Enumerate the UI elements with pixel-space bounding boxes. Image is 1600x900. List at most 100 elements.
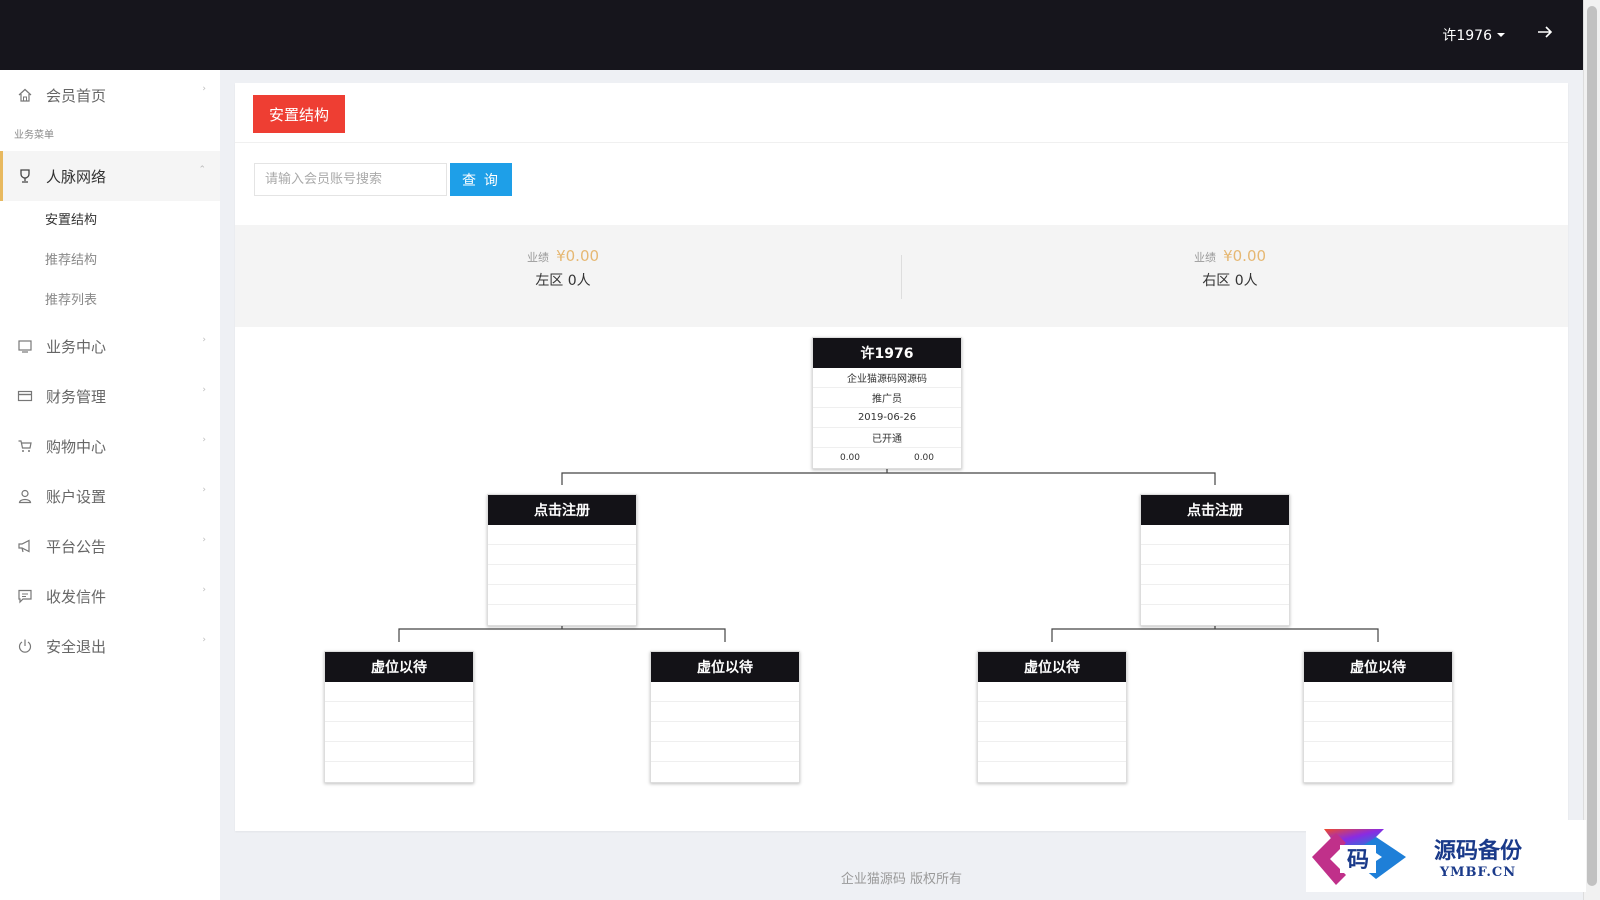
left-zone-count: 左区 0人 (535, 273, 591, 289)
scrollbar-thumb[interactable] (1587, 6, 1597, 886)
node-row (978, 722, 1126, 742)
tree-node-vacant[interactable]: 虚位以待 (1303, 651, 1453, 783)
node-row (651, 682, 799, 702)
sidebar-item-finance[interactable]: 财务管理 › (0, 371, 220, 421)
trophy-icon (17, 168, 33, 184)
node-row (325, 742, 473, 762)
node-row (1304, 742, 1452, 762)
search-bar: 查 询 (254, 163, 512, 196)
node-row (1141, 605, 1289, 625)
node-row (651, 742, 799, 762)
node-row (1304, 762, 1452, 782)
node-status: 已开通 (813, 428, 961, 448)
node-row (1141, 545, 1289, 565)
node-title: 虚位以待 (1304, 652, 1452, 682)
sidebar-item-messages[interactable]: 收发信件 › (0, 571, 220, 621)
zone-stats: 业绩 ¥0.00 左区 0人 业绩 ¥0.00 右区 0人 (235, 225, 1568, 327)
node-row (651, 762, 799, 782)
main-panel: 安置结构 查 询 业绩 ¥0.00 左区 0人 业绩 ¥0.00 右区 0人 (235, 83, 1568, 831)
performance-label: 业绩 (526, 251, 549, 264)
node-row (978, 742, 1126, 762)
node-row (1141, 565, 1289, 585)
sidebar-item-label: 会员首页 (46, 86, 107, 105)
node-row (488, 605, 636, 625)
node-date: 2019-06-26 (813, 408, 961, 428)
node-role: 推广员 (813, 388, 961, 408)
cart-icon (17, 438, 33, 454)
watermark-glyph: 码 (1347, 847, 1369, 873)
chevron-icon: › (202, 435, 206, 445)
tree-node-vacant[interactable]: 虚位以待 (977, 651, 1127, 783)
sidebar-item-label: 账户设置 (46, 487, 107, 506)
node-title: 虚位以待 (978, 652, 1126, 682)
sidebar-item-label: 购物中心 (46, 437, 107, 456)
node-row (978, 682, 1126, 702)
member-search-input[interactable] (254, 163, 447, 196)
sidebar-item-home[interactable]: 会员首页 › (0, 70, 220, 120)
placement-tree: 许1976 企业猫源码网源码 推广员 2019-06-26 已开通 0.00 0… (235, 327, 1568, 831)
sidebar-item-label: 平台公告 (46, 537, 107, 556)
chevron-icon: › (202, 385, 206, 395)
node-right-value: 0.00 (913, 453, 935, 463)
watermark-en: YMBF.CN (1439, 864, 1517, 880)
sidebar-item-account[interactable]: 账户设置 › (0, 471, 220, 521)
tree-node-vacant[interactable]: 虚位以待 (650, 651, 800, 783)
sidebar-item-label: 收发信件 (46, 587, 107, 606)
watermark-text: 源码备份 YMBF.CN (1434, 833, 1522, 880)
sidebar-item-label: 安全退出 (46, 637, 107, 656)
node-row (325, 682, 473, 702)
sidebar-item-network[interactable]: 人脉网络 ⌃ (0, 151, 220, 201)
node-row (488, 585, 636, 605)
node-row (978, 702, 1126, 722)
tree-node-register-left[interactable]: 点击注册 (487, 494, 637, 626)
node-title: 许1976 (813, 338, 961, 368)
sidebar-item-label: 业务中心 (46, 337, 107, 356)
chevron-icon: › (202, 335, 206, 345)
search-button[interactable]: 查 询 (450, 163, 512, 196)
page-scrollbar[interactable] (1583, 0, 1600, 900)
sidebar-item-shopping[interactable]: 购物中心 › (0, 421, 220, 471)
right-zone-stat: 业绩 ¥0.00 右区 0人 (1080, 247, 1380, 290)
sidebar-item-label: 财务管理 (46, 387, 107, 406)
chevron-icon: › (202, 485, 206, 495)
node-row (325, 702, 473, 722)
logout-arrow-icon[interactable] (1535, 22, 1555, 42)
watermark-logo: 码 源码备份 YMBF.CN (1306, 820, 1586, 892)
tree-node-vacant[interactable]: 虚位以待 (324, 651, 474, 783)
chevron-icon: › (202, 585, 206, 595)
node-row (488, 525, 636, 545)
username: 许1976 (1442, 28, 1492, 44)
sidebar-item-business[interactable]: 业务中心 › (0, 321, 220, 371)
chevron-icon: ⌃ (198, 165, 206, 175)
caret-down-icon (1497, 33, 1505, 37)
sidebar-section-label: 业务菜单 (14, 130, 54, 141)
sidebar-subitem-referral-structure[interactable]: 推荐结构 (0, 241, 220, 281)
tree-node-register-right[interactable]: 点击注册 (1140, 494, 1290, 626)
performance-value: ¥0.00 (1223, 247, 1267, 265)
credit-card-icon (17, 388, 33, 404)
sidebar-item-logout[interactable]: 安全退出 › (0, 621, 220, 671)
watermark-logo-icon: 码 (1312, 829, 1406, 885)
node-company: 企业猫源码网源码 (813, 368, 961, 388)
node-row (978, 762, 1126, 782)
node-title: 点击注册 (1141, 495, 1289, 525)
sidebar-subitem-referral-list[interactable]: 推荐列表 (0, 281, 220, 321)
node-row (1304, 682, 1452, 702)
right-zone-count: 右区 0人 (1202, 273, 1258, 289)
node-values: 0.00 0.00 (813, 448, 961, 468)
user-menu[interactable]: 许1976 (1442, 25, 1505, 45)
tab-placement-structure[interactable]: 安置结构 (253, 95, 345, 133)
sidebar-item-announcement[interactable]: 平台公告 › (0, 521, 220, 571)
sidebar-subitem-placement[interactable]: 安置结构 (0, 201, 220, 241)
top-bar: 许1976 (0, 0, 1583, 70)
tree-node-root[interactable]: 许1976 企业猫源码网源码 推广员 2019-06-26 已开通 0.00 0… (812, 337, 962, 469)
node-row (488, 565, 636, 585)
node-title: 虚位以待 (325, 652, 473, 682)
watermark-cn: 源码备份 (1434, 837, 1523, 864)
performance-label: 业绩 (1193, 251, 1216, 264)
tab-bar: 安置结构 (235, 83, 1568, 143)
chevron-icon: › (202, 535, 206, 545)
monitor-icon (17, 338, 33, 354)
megaphone-icon (17, 538, 33, 554)
node-title: 虚位以待 (651, 652, 799, 682)
